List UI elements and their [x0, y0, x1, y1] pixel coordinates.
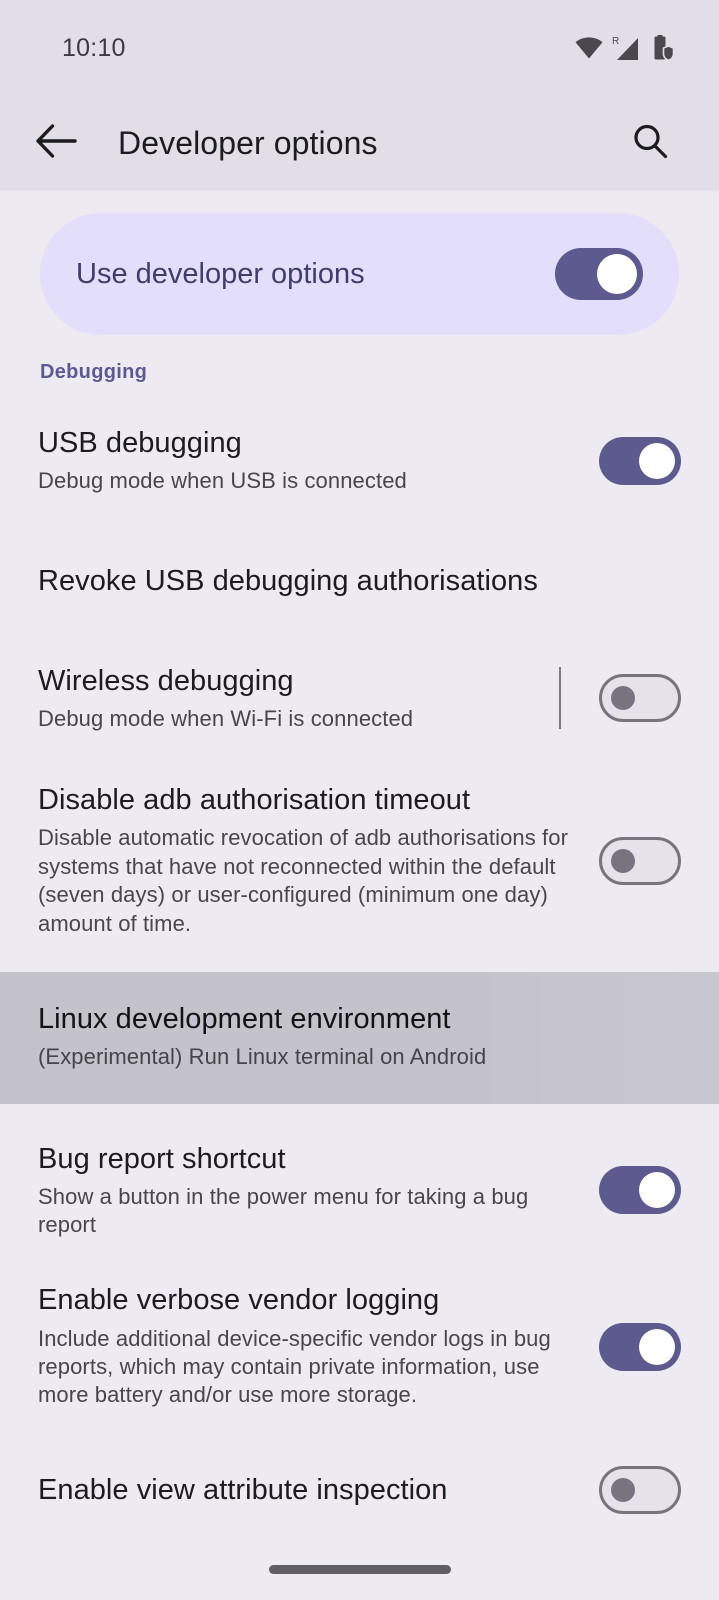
- pref-control: [599, 436, 681, 485]
- pref-row-revoke-usb-authorisations[interactable]: Revoke USB debugging authorisations: [0, 552, 719, 612]
- pref-text: Enable verbose vendor logging Include ad…: [38, 1283, 599, 1409]
- pref-text: Bug report shortcut Show a button in the…: [38, 1142, 599, 1240]
- pref-title: Revoke USB debugging authorisations: [38, 565, 538, 598]
- pref-title: Bug report shortcut: [38, 1142, 286, 1175]
- disable-adb-authorisation-timeout-switch[interactable]: [599, 836, 681, 885]
- settings-list[interactable]: Use developer options Debugging USB debu…: [0, 213, 719, 1600]
- switch-thumb: [639, 442, 675, 479]
- pref-control: [599, 1465, 681, 1514]
- back-button[interactable]: [26, 114, 86, 174]
- pref-row-wireless-debugging[interactable]: Wireless debugging Debug mode when Wi-Fi…: [0, 664, 719, 734]
- pref-summary: Debug mode when Wi-Fi is connected: [38, 705, 414, 731]
- pref-row-usb-debugging[interactable]: USB debugging Debug mode when USB is con…: [0, 426, 719, 496]
- svg-text:R: R: [612, 36, 619, 47]
- status-bar: 10:10 R: [0, 0, 719, 96]
- pref-text: Linux development environment (Experimen…: [38, 1002, 681, 1072]
- pref-control: [599, 1322, 681, 1371]
- search-button[interactable]: [621, 115, 679, 173]
- switch-thumb: [639, 1172, 675, 1209]
- pref-title: Linux development environment: [38, 1002, 451, 1035]
- pref-title: Enable verbose vendor logging: [38, 1284, 440, 1317]
- pref-control: [599, 836, 681, 885]
- search-icon: [630, 121, 670, 166]
- gesture-nav-bar: [0, 1538, 719, 1600]
- pref-row-enable-view-attribute-inspection[interactable]: Enable view attribute inspection: [0, 1460, 719, 1520]
- pref-text: Enable view attribute inspection: [38, 1473, 599, 1507]
- phone-screen: 10:10 R Developer options Use developer …: [0, 0, 719, 1600]
- pref-summary: Include additional device-specific vendo…: [38, 1325, 551, 1408]
- pref-title: Wireless debugging: [38, 664, 294, 697]
- pref-summary: (Experimental) Run Linux terminal on And…: [38, 1044, 487, 1070]
- pref-control: [559, 667, 681, 730]
- switch-thumb: [611, 848, 635, 873]
- battery-protected-icon: [651, 35, 675, 61]
- switch-thumb: [639, 1328, 675, 1365]
- pref-text: Disable adb authorisation timeout Disabl…: [38, 783, 599, 938]
- pref-title: Enable view attribute inspection: [38, 1473, 448, 1506]
- pref-title: USB debugging: [38, 427, 242, 459]
- wifi-icon: [575, 37, 603, 59]
- pref-row-linux-development-environment[interactable]: Linux development environment (Experimen…: [0, 971, 719, 1104]
- switch-thumb: [611, 686, 635, 711]
- pref-row-bug-report-shortcut[interactable]: Bug report shortcut Show a button in the…: [0, 1142, 719, 1240]
- control-divider: [559, 667, 561, 730]
- use-developer-options-label: Use developer options: [76, 257, 365, 290]
- section-header-debugging: Debugging: [40, 361, 148, 383]
- status-bar-clock: 10:10: [62, 33, 126, 62]
- use-developer-options-row[interactable]: Use developer options: [40, 213, 679, 335]
- pref-text: Wireless debugging Debug mode when Wi-Fi…: [38, 664, 559, 734]
- status-bar-icons: R: [575, 35, 675, 61]
- enable-verbose-vendor-logging-switch[interactable]: [599, 1322, 681, 1371]
- switch-thumb: [611, 1477, 635, 1502]
- pref-row-enable-verbose-vendor-logging[interactable]: Enable verbose vendor logging Include ad…: [0, 1283, 719, 1409]
- pref-summary: Disable automatic revocation of adb auth…: [38, 825, 569, 936]
- switch-thumb: [597, 254, 637, 294]
- roaming-signal-icon: R: [612, 35, 642, 61]
- arrow-left-icon: [35, 123, 77, 164]
- bug-report-shortcut-switch[interactable]: [599, 1166, 681, 1215]
- app-bar: Developer options: [0, 96, 719, 191]
- pref-title: Disable adb authorisation timeout: [38, 784, 471, 817]
- use-developer-options-switch[interactable]: [555, 248, 643, 300]
- home-indicator[interactable]: [268, 1564, 451, 1574]
- pref-control: [599, 1166, 681, 1215]
- wireless-debugging-switch[interactable]: [599, 674, 681, 723]
- usb-debugging-switch[interactable]: [599, 436, 681, 485]
- page-title: Developer options: [118, 125, 378, 161]
- enable-view-attribute-inspection-switch[interactable]: [599, 1465, 681, 1514]
- pref-summary: Debug mode when USB is connected: [38, 468, 407, 494]
- pref-row-disable-adb-authorisation-timeout[interactable]: Disable adb authorisation timeout Disabl…: [0, 783, 719, 938]
- pref-summary: Show a button in the power menu for taki…: [38, 1183, 529, 1238]
- pref-text: Revoke USB debugging authorisations: [38, 564, 681, 598]
- pref-text: USB debugging Debug mode when USB is con…: [38, 426, 599, 496]
